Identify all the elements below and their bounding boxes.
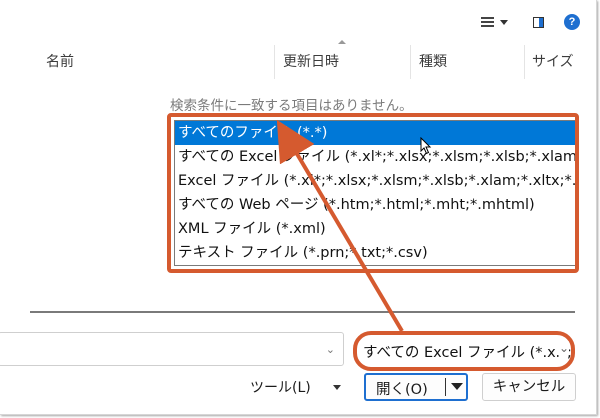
chevron-down-icon: ⌄ (556, 341, 569, 355)
column-divider[interactable] (274, 45, 275, 79)
column-header-name[interactable]: 名前 (46, 47, 74, 77)
toolbar: ? (0, 0, 596, 44)
file-type-option[interactable]: XML ファイル (*.xml) (175, 217, 575, 241)
file-type-select-value: すべての Excel ファイル (*.xl*;*.xlsx;*.xlsm;*.x… (363, 345, 572, 361)
file-type-option[interactable]: すべてのファイル (*.*) (175, 121, 575, 145)
file-type-option[interactable]: すべての Excel ファイル (*.xl*;*.xlsx;*.xlsm;*.x… (175, 145, 575, 169)
preview-pane-button[interactable] (530, 12, 546, 32)
mouse-pointer-icon (420, 137, 432, 155)
preview-pane-icon (532, 16, 544, 28)
chevron-down-icon (332, 384, 341, 390)
chevron-down-icon[interactable]: ⌄ (326, 343, 335, 356)
tools-button[interactable]: ツール(L) (250, 376, 341, 398)
help-icon: ? (564, 14, 580, 30)
cancel-button[interactable]: キャンセル (482, 373, 576, 401)
column-divider[interactable] (524, 45, 525, 79)
file-type-select[interactable]: すべての Excel ファイル (*.xl*;*.xlsx;*.xlsm;*.x… (353, 331, 575, 371)
file-type-option[interactable]: テキスト ファイル (*.prn;*.txt;*.csv) (175, 241, 575, 265)
file-type-option[interactable]: すべての Web ページ (*.htm;*.html;*.mht;*.mhtml… (175, 193, 575, 217)
column-header-type[interactable]: 種類 (419, 47, 447, 77)
column-divider[interactable] (410, 45, 411, 79)
divider (30, 311, 575, 313)
column-header-modified[interactable]: 更新日時 (283, 47, 339, 77)
open-button[interactable]: 開く(O) (364, 373, 468, 401)
filename-input[interactable]: ⌄ (0, 332, 344, 366)
file-type-option[interactable]: Excel ファイル (*.xl*;*.xlsx;*.xlsm;*.xlsb;*… (175, 169, 575, 193)
open-options-arrow-icon[interactable] (451, 383, 463, 390)
file-type-dropdown-list[interactable]: すべてのファイル (*.*) すべての Excel ファイル (*.xl*;*.… (174, 120, 576, 266)
view-options-button[interactable] (477, 12, 511, 32)
empty-result-message: 検索条件に一致する項目はありません。 (170, 98, 413, 114)
sort-indicator-icon (338, 40, 346, 44)
column-header-size[interactable]: サイズ (532, 47, 574, 77)
open-file-dialog: ? 名前 更新日時 種類 サイズ 検索条件に一致する項目はありません。 すべての… (0, 0, 597, 415)
open-button-label: 開く(O) (376, 382, 428, 398)
tools-button-label: ツール(L) (250, 380, 311, 396)
help-button[interactable]: ? (564, 12, 580, 32)
chevron-down-icon (499, 19, 508, 25)
split-divider (445, 378, 446, 396)
view-options-icon (480, 17, 494, 27)
